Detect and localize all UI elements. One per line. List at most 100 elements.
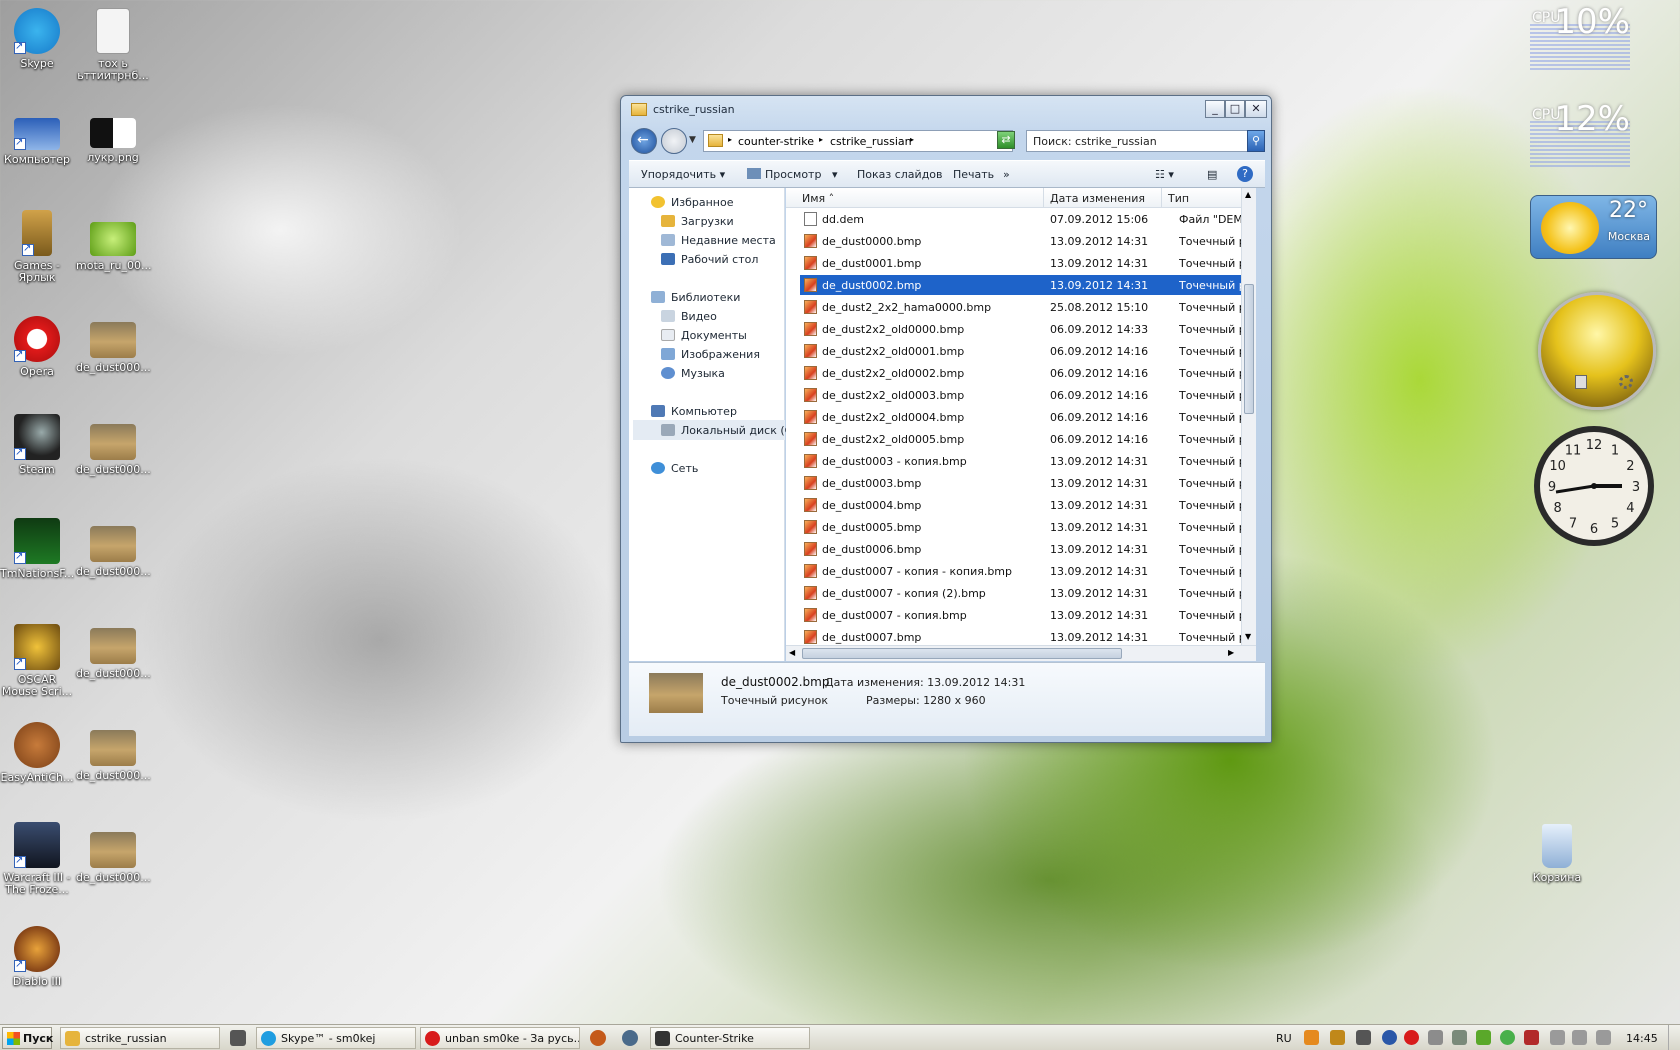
tray-icon-tools[interactable]	[1330, 1030, 1345, 1045]
cpu-gadget-1[interactable]: CPU 10%	[1530, 2, 1630, 70]
file-row[interactable]: de_dust0007 - копия - копия.bmp 13.09.201…	[800, 561, 1241, 581]
forward-button[interactable]	[661, 128, 687, 154]
desktop-icon-oscar[interactable]: OSCAR Mouse Scri...	[0, 624, 74, 698]
file-row[interactable]: de_dust0007.bmp 13.09.2012 14:31 Точечный …	[800, 627, 1241, 647]
nav-desktop[interactable]: Рабочий стол	[661, 253, 758, 266]
tray-icon-steam[interactable]	[1356, 1030, 1371, 1045]
scroll-right-icon[interactable]: ▶	[1228, 648, 1234, 657]
weather-gadget[interactable]: 22° Москва	[1530, 195, 1657, 259]
nav-video[interactable]: Видео	[661, 310, 717, 323]
view-button[interactable]: Просмотр ▾	[747, 168, 837, 181]
volume-icon[interactable]	[1428, 1030, 1443, 1045]
taskbar-item-opera[interactable]: unban sm0ke - За русь...	[420, 1027, 580, 1049]
desktop-icon-opera[interactable]: Opera	[0, 316, 74, 378]
nav-recent[interactable]: Недавние места	[661, 234, 776, 247]
tray-icon-opera[interactable]	[1404, 1030, 1419, 1045]
tray-icon-extra[interactable]	[1572, 1030, 1587, 1045]
gadget-page-icon[interactable]	[1575, 375, 1587, 389]
desktop-icon-lukr[interactable]: лукр.png	[76, 118, 150, 164]
desktop-icon-mota[interactable]: mota_ru_00...	[76, 222, 151, 272]
file-row[interactable]: de_dust0005.bmp 13.09.2012 14:31 Точечный …	[800, 517, 1241, 537]
file-row[interactable]: de_dust0000.bmp 13.09.2012 14:31 Точечный …	[800, 231, 1241, 251]
nav-images[interactable]: Изображения	[661, 348, 760, 361]
desktop-icon-tmnations[interactable]: TmNationsF...	[0, 518, 74, 580]
desktop-icon-text-file[interactable]: тох ь ьттиитрнб...	[76, 8, 150, 82]
view-options-icon[interactable]: ☷ ▾	[1155, 168, 1174, 181]
taskbar-quicklaunch-icon[interactable]	[590, 1030, 606, 1046]
nav-favorites[interactable]: Избранное	[651, 196, 733, 209]
file-row[interactable]: de_dust0004.bmp 13.09.2012 14:31 Точечный …	[800, 495, 1241, 515]
desktop-icon-warcraft[interactable]: Warcraft III - The Froze...	[0, 822, 74, 896]
minimize-button[interactable]: _	[1205, 100, 1225, 118]
breadcrumb-segment[interactable]: cstrike_russian	[830, 135, 912, 148]
file-row[interactable]: de_dust0006.bmp 13.09.2012 14:31 Точечный …	[800, 539, 1241, 559]
maximize-button[interactable]: □	[1225, 100, 1245, 118]
file-row-partial[interactable]	[800, 200, 1241, 208]
nav-documents[interactable]: Документы	[661, 329, 747, 342]
search-input[interactable]: Поиск: cstrike_russian	[1026, 130, 1265, 152]
organize-button[interactable]: Упорядочить ▾	[641, 168, 725, 181]
desktop-icon-dust-1[interactable]: de_dust000...	[76, 322, 151, 374]
file-row[interactable]: de_dust2x2_old0004.bmp 06.09.2012 14:16 То…	[800, 407, 1241, 427]
search-icon[interactable]: ⚲	[1247, 130, 1265, 152]
close-button[interactable]: ✕	[1245, 100, 1267, 118]
scroll-up-icon[interactable]: ▲	[1245, 190, 1251, 199]
refresh-button[interactable]: ⇄	[997, 131, 1015, 149]
clock-time[interactable]: 14:45	[1626, 1032, 1658, 1045]
start-button[interactable]: Пуск	[2, 1027, 53, 1049]
cpu-gadget-2[interactable]: CPU 12%	[1530, 99, 1630, 167]
nvidia-icon[interactable]	[1476, 1030, 1491, 1045]
taskbar-item-explorer[interactable]: cstrike_russian	[60, 1027, 220, 1049]
breadcrumb-segment[interactable]: counter-strike	[738, 135, 814, 148]
desktop-icon-dust-4[interactable]: de_dust000...	[76, 628, 151, 680]
file-row[interactable]: de_dust2x2_old0005.bmp 06.09.2012 14:16 То…	[800, 429, 1241, 449]
tray-icon-orange[interactable]	[1304, 1030, 1319, 1045]
file-row[interactable]: de_dust2x2_old0002.bmp 06.09.2012 14:16 То…	[800, 363, 1241, 383]
file-row[interactable]: de_dust0001.bmp 13.09.2012 14:31 Точечный …	[800, 253, 1241, 273]
desktop-icon-dust-5[interactable]: de_dust000...	[76, 730, 151, 782]
taskbar-item-skype[interactable]: Skype™ - sm0kej	[256, 1027, 416, 1049]
file-row[interactable]: de_dust2x2_old0000.bmp 06.09.2012 14:33 То…	[800, 319, 1241, 339]
title-bar[interactable]: cstrike_russian _ □ ✕	[621, 96, 1271, 122]
file-row[interactable]: de_dust0003.bmp 13.09.2012 14:31 Точечный …	[800, 473, 1241, 493]
media-gadget[interactable]	[1538, 292, 1656, 410]
print-button[interactable]: Печать	[953, 168, 994, 181]
back-button[interactable]: ←	[631, 128, 657, 154]
file-row[interactable]: de_dust2x2_old0001.bmp 06.09.2012 14:16 То…	[800, 341, 1241, 361]
desktop-icon-easyanticheat[interactable]: EasyAntiCh...	[0, 722, 74, 784]
kaspersky-icon[interactable]	[1524, 1030, 1539, 1045]
vertical-scrollbar[interactable]: ▲ ▼	[1241, 188, 1256, 645]
desktop-icon-dust-2[interactable]: de_dust000...	[76, 424, 151, 476]
scroll-left-icon[interactable]: ◀	[789, 648, 795, 657]
file-row[interactable]: de_dust0003 - копия.bmp 13.09.2012 14:31 Т…	[800, 451, 1241, 471]
network-tray-icon[interactable]	[1452, 1030, 1467, 1045]
preview-pane-icon[interactable]: ▤	[1207, 168, 1217, 181]
file-row[interactable]: dd.dem 07.09.2012 15:06 Файл "DEM"	[800, 209, 1241, 229]
file-row[interactable]: de_dust2x2_old0003.bmp 06.09.2012 14:16 То…	[800, 385, 1241, 405]
desktop-icon-recycle-bin[interactable]: Корзина	[1520, 824, 1594, 884]
address-box[interactable]: ▸ counter-strike ▸ cstrike_russian ▸ ▼	[703, 130, 1013, 152]
tray-icon-blue[interactable]	[1382, 1030, 1397, 1045]
scroll-thumb[interactable]	[1244, 284, 1254, 414]
tray-speaker-icon[interactable]	[1596, 1030, 1611, 1045]
tray-icon-green[interactable]	[1500, 1030, 1515, 1045]
gear-icon[interactable]	[1619, 375, 1633, 389]
more-button[interactable]: »	[1003, 168, 1010, 181]
nav-local-disk[interactable]: Локальный диск (C:)	[633, 420, 800, 440]
file-row[interactable]: de_dust0007 - копия (2).bmp 13.09.2012 14…	[800, 583, 1241, 603]
explorer-window[interactable]: cstrike_russian _ □ ✕ ← ▼ ▸ counter-stri…	[620, 95, 1272, 743]
show-desktop-button[interactable]	[1668, 1025, 1680, 1050]
help-icon[interactable]: ?	[1237, 166, 1253, 182]
desktop-icon-skype[interactable]: Skype	[0, 8, 74, 70]
slideshow-button[interactable]: Показ слайдов	[857, 168, 943, 181]
horizontal-scrollbar[interactable]: ◀ ▶	[786, 645, 1256, 661]
language-indicator[interactable]: RU	[1276, 1032, 1292, 1045]
flag-icon[interactable]	[1550, 1030, 1565, 1045]
desktop-icon-computer[interactable]: Компьютер	[0, 110, 74, 166]
nav-downloads[interactable]: Загрузки	[661, 215, 734, 228]
scroll-down-icon[interactable]: ▼	[1245, 632, 1251, 641]
file-row[interactable]: de_dust2_2x2_hama0000.bmp 25.08.2012 15:1…	[800, 297, 1241, 317]
file-row[interactable]: de_dust0007 - копия.bmp 13.09.2012 14:31 Т…	[800, 605, 1241, 625]
nav-libraries[interactable]: Библиотеки	[651, 291, 740, 304]
analog-clock-gadget[interactable]: 12 12 3 45678 9 1011	[1530, 422, 1658, 550]
